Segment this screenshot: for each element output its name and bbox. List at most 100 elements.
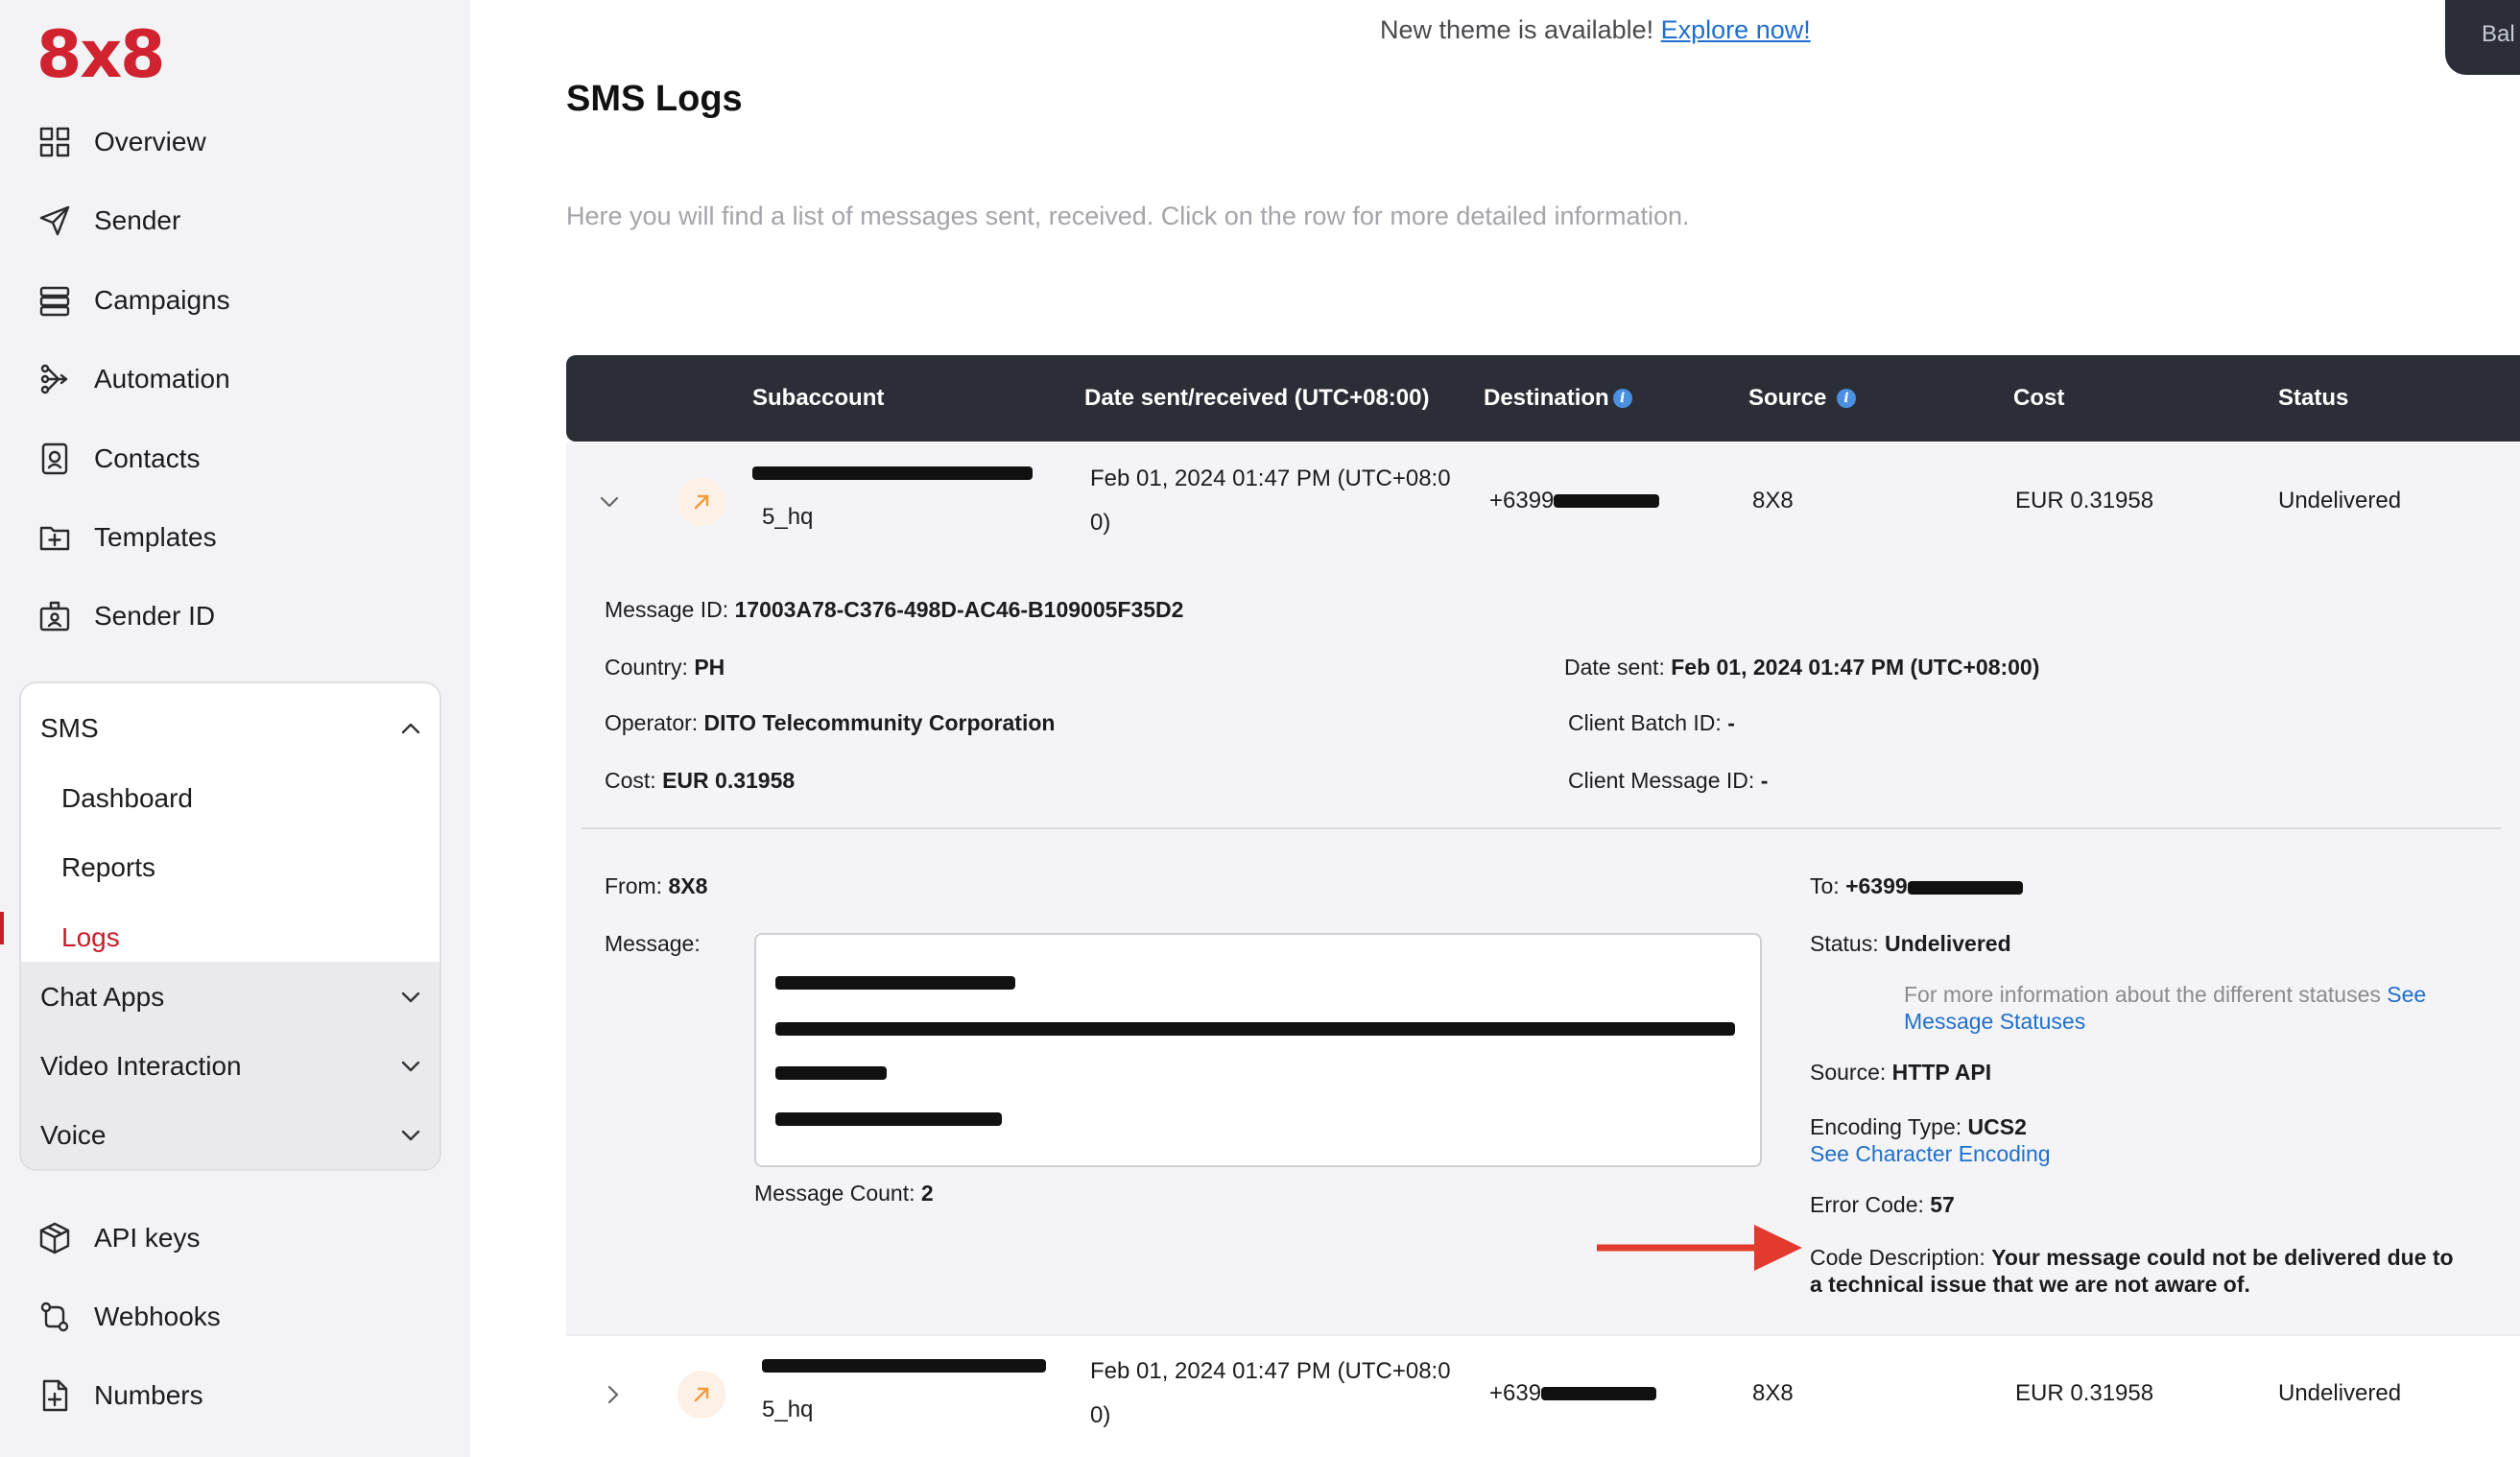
- sidebar-item-dashboard[interactable]: Dashboard: [61, 772, 193, 825]
- annotation-arrow-icon: [1597, 1225, 1802, 1271]
- sidebar-item-numbers[interactable]: Numbers: [36, 1367, 203, 1424]
- sms-group-toggle[interactable]: SMS: [40, 700, 424, 757]
- page-subtitle: Here you will find a list of messages se…: [566, 202, 1690, 230]
- see-message-statuses-link[interactable]: Message Statuses: [1904, 1009, 2085, 1034]
- cube-icon: [36, 1220, 73, 1256]
- status-info-text: For more information about the different…: [1904, 982, 2427, 1034]
- sidebar-item-label: Overview: [94, 127, 206, 156]
- column-header-subaccount[interactable]: Subaccount: [752, 355, 884, 442]
- date-line-1: Feb 01, 2024 01:47 PM (UTC+08:0: [1090, 466, 1451, 491]
- redacted-text: [1541, 1387, 1657, 1400]
- date-cell: Feb 01, 2024 01:47 PM (UTC+08:0 0): [1090, 1350, 1451, 1438]
- grid-icon: [36, 124, 73, 160]
- column-header-cost[interactable]: Cost: [2013, 355, 2064, 442]
- sidebar-item-label: Sender ID: [94, 601, 216, 631]
- client-batch-id-value: -: [1727, 710, 1735, 735]
- source-cell: 8X8: [1752, 1380, 1794, 1406]
- column-header-source[interactable]: Source i: [1748, 355, 1857, 442]
- group-label: Video Interaction: [40, 1051, 242, 1081]
- chevron-down-icon: [600, 496, 619, 508]
- destination-cell: +639: [1489, 1380, 1657, 1407]
- video-interaction-group-toggle[interactable]: Video Interaction: [40, 1038, 424, 1095]
- date-line-1: Feb 01, 2024 01:47 PM (UTC+08:0: [1090, 1358, 1451, 1384]
- outgoing-direction-badge: [678, 478, 725, 526]
- column-header-destination[interactable]: Destination i: [1484, 355, 1632, 442]
- chevron-down-icon: [397, 1053, 424, 1080]
- from-value: 8X8: [668, 873, 708, 898]
- sms-group-label: SMS: [40, 713, 99, 743]
- source-cell: 8X8: [1752, 488, 1794, 514]
- cost-field: Cost: EUR 0.31958: [605, 768, 796, 793]
- sidebar-item-label: Webhooks: [94, 1302, 221, 1331]
- source-value: HTTP API: [1891, 1060, 1992, 1085]
- banner-text: New theme is available!: [1380, 15, 1661, 44]
- group-label: Chat Apps: [40, 982, 165, 1012]
- sidebar-item-reports[interactable]: Reports: [61, 841, 155, 895]
- sidebar-item-api-keys[interactable]: API keys: [36, 1209, 200, 1267]
- column-header-label: Source: [1748, 385, 1827, 411]
- date-sent-field: Date sent: Feb 01, 2024 01:47 PM (UTC+08…: [1564, 655, 2040, 680]
- redacted-text: [762, 1344, 1046, 1388]
- collapse-row-button[interactable]: [597, 490, 622, 514]
- table-row[interactable]: 5_hq Feb 01, 2024 01:47 PM (UTC+08:0 0) …: [566, 442, 2520, 564]
- message-id-field: Message ID: 17003A78-C376-498D-AC46-B109…: [605, 597, 1184, 622]
- column-header-date[interactable]: Date sent/received (UTC+08:00): [1084, 355, 1429, 442]
- sidebar-item-sender[interactable]: Sender: [36, 192, 180, 250]
- stack-icon: [36, 282, 73, 319]
- code-description-field: Code Description: Your message could not…: [1810, 1245, 2454, 1297]
- message-count-field: Message Count: 2: [754, 1181, 934, 1206]
- file-plus-icon: [36, 1377, 73, 1414]
- group-label: Voice: [40, 1120, 107, 1150]
- sidebar: 8x8 Overview Sender Campaigns Automation…: [0, 0, 470, 1457]
- sidebar-item-overview[interactable]: Overview: [36, 113, 206, 171]
- voice-group-toggle[interactable]: Voice: [40, 1107, 424, 1164]
- sidebar-item-label: Automation: [94, 364, 230, 394]
- to-field: To: +6399: [1810, 873, 2023, 899]
- date-cell: Feb 01, 2024 01:47 PM (UTC+08:0 0): [1090, 457, 1451, 545]
- subaccount-suffix: 5_hq: [762, 504, 814, 530]
- folder-plus-icon: [36, 519, 73, 556]
- sidebar-item-label: Sender: [94, 205, 181, 235]
- arrow-up-right-icon: [678, 478, 725, 526]
- chevron-down-icon: [397, 984, 424, 1011]
- source-field: Source: HTTP API: [1810, 1060, 1992, 1085]
- see-message-statuses-link[interactable]: See: [2387, 982, 2426, 1007]
- brand-logo[interactable]: 8x8: [36, 17, 165, 93]
- cost-cell: EUR 0.31958: [2015, 488, 2154, 514]
- redacted-text: [775, 1106, 1002, 1132]
- contacts-icon: [36, 441, 73, 477]
- sidebar-item-logs[interactable]: Logs: [61, 911, 120, 965]
- page-title: SMS Logs: [566, 79, 743, 119]
- section-divider: [582, 827, 2501, 829]
- balance-tab[interactable]: Bal: [2445, 0, 2520, 75]
- error-code-field: Error Code: 57: [1810, 1192, 1955, 1217]
- client-batch-id-field: Client Batch ID: -: [1568, 710, 1735, 735]
- sidebar-item-campaigns[interactable]: Campaigns: [36, 272, 230, 329]
- outgoing-direction-badge: [678, 1371, 725, 1419]
- send-icon: [36, 203, 73, 239]
- sidebar-item-contacts[interactable]: Contacts: [36, 430, 201, 488]
- sms-menu-group: SMS Dashboard Reports Logs Chat Apps Vid…: [19, 681, 441, 1171]
- table-row[interactable]: 5_hq Feb 01, 2024 01:47 PM (UTC+08:0 0) …: [566, 1334, 2520, 1457]
- subaccount-cell: 5_hq: [752, 451, 1033, 539]
- new-theme-banner: New theme is available! Explore now!: [1380, 15, 1811, 45]
- status-cell: Undelivered: [2278, 488, 2402, 514]
- date-line-2: 0): [1090, 510, 1111, 536]
- cost-cell: EUR 0.31958: [2015, 1380, 2154, 1406]
- sidebar-item-templates[interactable]: Templates: [36, 509, 217, 566]
- sidebar-item-sender-id[interactable]: Sender ID: [36, 587, 215, 645]
- explore-now-link[interactable]: Explore now!: [1661, 15, 1811, 44]
- info-icon[interactable]: i: [1837, 389, 1857, 408]
- column-header-status[interactable]: Status: [2278, 355, 2348, 442]
- see-character-encoding-link[interactable]: See Character Encoding: [1810, 1141, 2051, 1166]
- sidebar-item-webhooks[interactable]: Webhooks: [36, 1288, 221, 1346]
- info-icon[interactable]: i: [1612, 389, 1632, 408]
- subaccount-cell: 5_hq: [762, 1344, 1046, 1432]
- status-cell: Undelivered: [2278, 1380, 2402, 1406]
- date-sent-value: Feb 01, 2024 01:47 PM (UTC+08:00): [1671, 655, 2040, 680]
- chevron-up-icon: [397, 715, 424, 742]
- chat-apps-group-toggle[interactable]: Chat Apps: [40, 968, 424, 1026]
- expand-row-button[interactable]: [601, 1382, 626, 1407]
- active-indicator: [0, 912, 4, 944]
- sidebar-item-automation[interactable]: Automation: [36, 350, 230, 408]
